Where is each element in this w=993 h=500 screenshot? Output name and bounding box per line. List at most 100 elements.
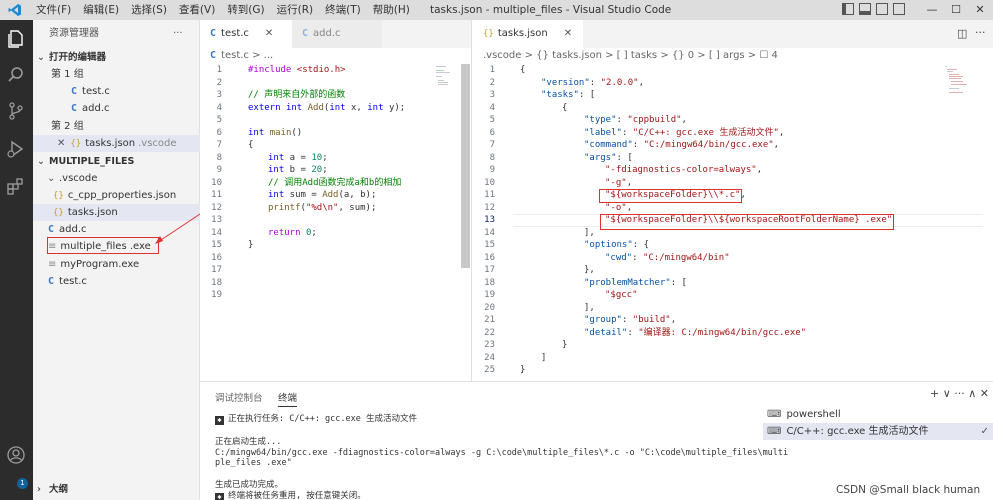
line-number: 14 — [484, 227, 495, 238]
tab-terminal[interactable]: 终端 — [278, 390, 298, 407]
close-button[interactable]: ✕ — [968, 0, 992, 20]
line-number: 9 — [216, 165, 222, 175]
terminal-line: 终端将被任务重用, 按任意键关闭。 — [228, 491, 366, 500]
tab-debug-console[interactable]: 调试控制台 — [215, 390, 263, 404]
open-editor-item[interactable]: Ctest.c — [33, 83, 200, 100]
json-file-icon: {} — [53, 191, 64, 201]
code-line: printf("%d\n", sum); — [268, 202, 377, 213]
split-editor-icon[interactable]: ◫ — [957, 27, 967, 40]
more-actions-icon[interactable]: ··· — [173, 25, 193, 42]
line-number: 19 — [484, 290, 495, 300]
code-line: return 0; — [268, 227, 317, 238]
open-editor-folder: .vscode — [138, 138, 177, 149]
breadcrumb[interactable]: .vscode > {} tasks.json > [ ] tasks > {}… — [483, 50, 778, 61]
menu-run[interactable]: 运行(R) — [271, 0, 320, 20]
minimap[interactable] — [945, 66, 967, 100]
breadcrumb[interactable]: Ctest.c > ... — [210, 50, 273, 61]
run-debug-icon[interactable] — [5, 138, 27, 160]
code-line: "label": "C/C++: gcc.exe 生成活动文件", — [584, 127, 785, 138]
account-icon[interactable] — [5, 444, 27, 466]
line-number: 2 — [489, 77, 495, 88]
line-number: 24 — [484, 352, 495, 363]
terminal-line: 正在执行任务: C/C++: gcc.exe 生成活动文件 — [228, 414, 417, 424]
chevron-down-icon: ⌄ — [47, 173, 56, 184]
terminal-item-powershell[interactable]: ⌨ powershell — [763, 406, 993, 423]
panel-controls[interactable]: + ∨ ··· ∧ ✕ — [930, 387, 989, 400]
terminal-line-last: ✱ 终端将被任务重用, 按任意键关闭。 — [215, 491, 366, 500]
minimap[interactable] — [436, 66, 456, 90]
code-line: { — [520, 65, 526, 75]
tab-bar: {} tasks.json ✕ ◫ ··· — [473, 20, 993, 48]
terminal-item-build-task[interactable]: ⌨ C/C++: gcc.exe 生成活动文件 ✓ — [763, 423, 993, 440]
menu-file[interactable]: 文件(F) — [30, 0, 77, 20]
code-line: "group": "build", — [584, 315, 677, 325]
menu-edit[interactable]: 编辑(E) — [77, 0, 125, 20]
extensions-icon[interactable] — [5, 176, 27, 198]
bottom-panel: 调试控制台 终端 + ∨ ··· ∧ ✕ ✱ 正在执行任务: C/C++: gcc… — [200, 381, 993, 500]
tab-tasks-json[interactable]: {} tasks.json ✕ — [473, 20, 583, 48]
toggle-sidebar-icon[interactable] — [842, 3, 854, 15]
highlight-box — [599, 189, 742, 203]
menu-help[interactable]: 帮助(H) — [367, 0, 416, 20]
toggle-panel-icon[interactable] — [859, 3, 871, 15]
minimize-button[interactable]: — — [920, 0, 944, 20]
code-line: "detail": "编译器: C:/mingw64/bin/gcc.exe" — [584, 327, 807, 338]
tab-add-c[interactable]: Cadd.c — [292, 20, 382, 48]
file-name: c_cpp_properties.json — [67, 190, 177, 201]
open-editor-name: tasks.json — [85, 138, 136, 149]
menu-selection[interactable]: 选择(S) — [125, 0, 173, 20]
more-actions-icon[interactable]: ··· — [975, 26, 986, 39]
line-number: 1 — [489, 65, 495, 75]
line-number: 17 — [211, 265, 222, 275]
line-number: 6 — [489, 127, 495, 138]
open-editor-name: add.c — [82, 103, 110, 114]
close-icon[interactable]: ✕ — [265, 28, 273, 39]
folder-item[interactable]: ⌄ .vscode — [33, 170, 200, 187]
code-line: } — [520, 365, 526, 375]
source-control-icon[interactable] — [5, 100, 27, 122]
code-line: #include <stdio.h> — [248, 65, 346, 75]
highlight-box — [600, 214, 894, 230]
chevron-right-icon: › — [37, 484, 41, 495]
terminal-output[interactable]: ✱ 正在执行任务: C/C++: gcc.exe 生成活动文件 — [215, 414, 417, 425]
json-file-icon: {} — [70, 139, 82, 149]
line-number: 4 — [489, 102, 495, 113]
code-line: } — [562, 340, 568, 350]
close-icon[interactable]: ✕ — [57, 138, 65, 149]
project-header[interactable]: ⌄ MULTIPLE_FILES — [33, 153, 200, 170]
outline-header[interactable]: › 大纲 — [33, 481, 200, 498]
close-icon[interactable]: ✕ — [564, 28, 572, 39]
code-line: "options": { — [584, 240, 650, 250]
file-name: test.c — [59, 276, 87, 287]
scrollbar[interactable] — [461, 64, 470, 268]
explorer-icon[interactable] — [5, 28, 27, 50]
code-line: ] — [541, 352, 547, 363]
customize-layout-icon[interactable] — [893, 3, 905, 15]
line-number: 3 — [489, 90, 495, 100]
line-number: 12 — [484, 202, 495, 213]
vscode-logo-icon — [0, 0, 30, 20]
line-number: 23 — [484, 340, 495, 350]
code-line: "cwd": "C:/mingw64/bin" — [605, 252, 730, 263]
code-line: int sum = Add(a, b); — [268, 190, 377, 200]
open-editor-item[interactable]: ✕ {} tasks.json .vscode — [33, 135, 200, 152]
code-line: "version": "2.0.0", — [541, 77, 644, 88]
open-editor-item[interactable]: Cadd.c — [33, 100, 200, 117]
open-editors-label: 打开的编辑器 — [49, 52, 107, 63]
tab-test-c[interactable]: Ctest.c ✕ — [200, 20, 292, 48]
toggle-secondary-sidebar-icon[interactable] — [876, 3, 888, 15]
search-icon[interactable] — [5, 64, 27, 86]
code-line: "$gcc" — [605, 290, 638, 300]
menu-go[interactable]: 转到(G) — [221, 0, 270, 20]
file-item[interactable]: ≡ myProgram.exe — [33, 256, 200, 273]
code-line: "-g", — [605, 177, 633, 188]
menu-terminal[interactable]: 终端(T) — [319, 0, 367, 20]
maximize-button[interactable]: ☐ — [944, 0, 968, 20]
file-item[interactable]: {} c_cpp_properties.json — [33, 187, 200, 204]
file-item[interactable]: Ctest.c — [33, 273, 200, 290]
chevron-down-icon: ⌄ — [37, 52, 45, 63]
line-number: 13 — [211, 215, 222, 225]
code-line: "command": "C:/mingw64/bin/gcc.exe", — [584, 140, 780, 150]
open-editors-header[interactable]: ⌄ 打开的编辑器 — [33, 49, 200, 66]
menu-view[interactable]: 查看(V) — [173, 0, 221, 20]
